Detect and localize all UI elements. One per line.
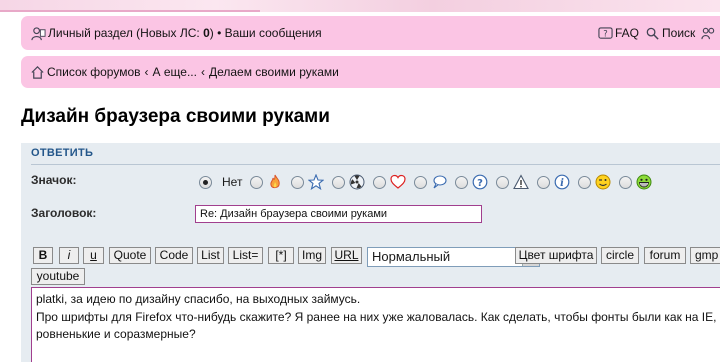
user-icon — [31, 26, 46, 41]
icon-options: Нет ? i — [199, 172, 660, 192]
top-navbar: Личный раздел (Новых ЛС: 0) • Ваши сообщ… — [21, 16, 720, 50]
forum-button[interactable]: forum — [644, 247, 686, 264]
image-button[interactable]: Img — [298, 247, 326, 264]
star-icon — [308, 174, 325, 190]
page-title: Дизайн браузера своими руками — [21, 106, 330, 127]
user-links: Личный раздел (Новых ЛС: 0) • Ваши сообщ… — [31, 16, 322, 50]
icon-option-question[interactable]: ? — [455, 174, 488, 190]
url-button[interactable]: URL — [331, 247, 362, 264]
home-icon — [30, 65, 45, 80]
radio-button[interactable] — [537, 175, 551, 189]
my-posts-link[interactable]: Ваши сообщения — [225, 26, 322, 40]
radio-button[interactable] — [455, 175, 469, 189]
bold-button[interactable]: B — [33, 247, 53, 264]
gmp-button[interactable]: gmp — [690, 247, 720, 264]
header-actions: ? FAQ Поиск — [598, 16, 718, 50]
radio-button[interactable] — [578, 175, 592, 189]
heart-icon — [390, 174, 407, 190]
breadcrumb-bar: Список форумов ‹ А еще... ‹ Делаем своим… — [21, 56, 720, 88]
youtube-button[interactable]: youtube — [31, 268, 85, 285]
radio-button[interactable] — [332, 175, 346, 189]
breadcrumb-forum-index[interactable]: Список форумов — [47, 65, 141, 79]
search-icon — [645, 26, 660, 41]
icon-option-heart[interactable] — [373, 174, 407, 190]
underline-button[interactable]: u — [83, 247, 104, 264]
reply-header[interactable]: ОТВЕТИТЬ — [31, 147, 93, 159]
divider — [31, 164, 720, 165]
radio-button[interactable] — [199, 175, 212, 189]
svg-text:?: ? — [603, 28, 607, 38]
icon-option-none-label: Нет — [222, 175, 243, 189]
users-icon[interactable] — [701, 26, 716, 41]
breadcrumb-separator: ‹ — [200, 65, 205, 79]
icon-option-warning[interactable] — [496, 174, 530, 190]
header-separator: • — [213, 26, 225, 40]
quote-button[interactable]: Quote — [109, 247, 151, 264]
question-icon: ? — [472, 174, 488, 190]
profile-link[interactable]: Личный раздел (Новых ЛС: 0) — [48, 26, 214, 40]
radio-button[interactable] — [619, 175, 633, 189]
breadcrumb: Список форумов ‹ А еще... ‹ Делаем своим… — [30, 56, 339, 88]
icon-option-star[interactable] — [291, 174, 325, 190]
profile-link-label: Личный раздел (Новых ЛС: — [48, 26, 204, 40]
list-item-button[interactable]: [*] — [268, 247, 294, 264]
message-textarea[interactable]: platki, за идею по дизайну спасибо, на в… — [31, 287, 720, 362]
icon-label: Значок: — [31, 173, 77, 187]
wink-smiley-icon — [595, 174, 611, 190]
icon-option-fire[interactable] — [250, 174, 283, 190]
icon-option-info[interactable]: i — [537, 174, 570, 190]
banner-decoration — [0, 10, 260, 12]
faq-link[interactable]: FAQ — [615, 26, 639, 40]
radio-button[interactable] — [496, 175, 510, 189]
grin-smiley-icon — [636, 174, 652, 190]
top-banner — [0, 0, 720, 12]
radio-button[interactable] — [414, 175, 428, 189]
icon-option-wink[interactable] — [578, 174, 611, 190]
fire-icon — [267, 174, 283, 190]
icon-option-grin[interactable] — [619, 174, 652, 190]
breadcrumb-forum[interactable]: Делаем своими руками — [209, 65, 339, 79]
info-icon: i — [554, 174, 570, 190]
breadcrumb-separator: ‹ — [144, 65, 149, 79]
icon-option-radioactive[interactable] — [332, 174, 365, 190]
breadcrumb-category[interactable]: А еще... — [153, 65, 197, 79]
list-button[interactable]: List — [197, 247, 224, 264]
radio-button[interactable] — [373, 175, 387, 189]
speech-bubble-icon — [431, 174, 447, 190]
italic-button[interactable]: i — [59, 247, 79, 264]
subject-input[interactable] — [195, 205, 482, 223]
font-size-selected: Нормальный — [372, 249, 451, 264]
circle-button[interactable]: circle — [601, 247, 639, 264]
radioactive-icon — [349, 174, 365, 190]
code-button[interactable]: Code — [155, 247, 193, 264]
search-link[interactable]: Поиск — [662, 26, 695, 40]
subject-label: Заголовок: — [31, 206, 97, 220]
radio-button[interactable] — [250, 175, 264, 189]
font-color-button[interactable]: Цвет шрифта — [515, 247, 597, 264]
list-numbered-button[interactable]: List= — [228, 247, 263, 264]
new-pm-count: 0 — [203, 26, 210, 40]
icon-option-none[interactable]: Нет — [199, 175, 242, 189]
icon-option-speech[interactable] — [414, 174, 447, 190]
svg-text:i: i — [561, 178, 565, 189]
svg-text:?: ? — [478, 178, 484, 189]
radio-button[interactable] — [291, 175, 305, 189]
faq-icon: ? — [598, 26, 613, 41]
warning-icon — [513, 174, 530, 190]
